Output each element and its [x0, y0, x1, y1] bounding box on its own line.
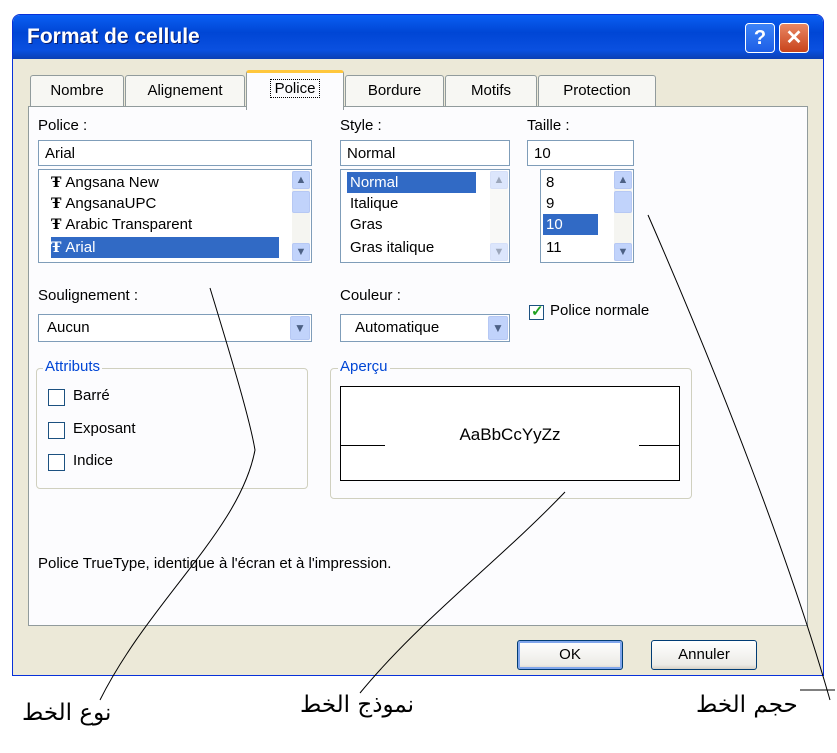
tab-police-label: Police — [269, 79, 321, 98]
tab-police[interactable]: Police — [246, 70, 344, 110]
font-sample-pointer-line — [359, 491, 566, 694]
font-size-pointer-line — [647, 214, 831, 701]
annotation-font-sample: نموذج الخط — [300, 692, 415, 718]
annotation-font-type: نوع الخط — [22, 700, 112, 726]
annotation-font-size: حجم الخط — [696, 692, 798, 718]
annotation-lines — [99, 214, 835, 701]
font-type-pointer-line — [99, 287, 256, 701]
